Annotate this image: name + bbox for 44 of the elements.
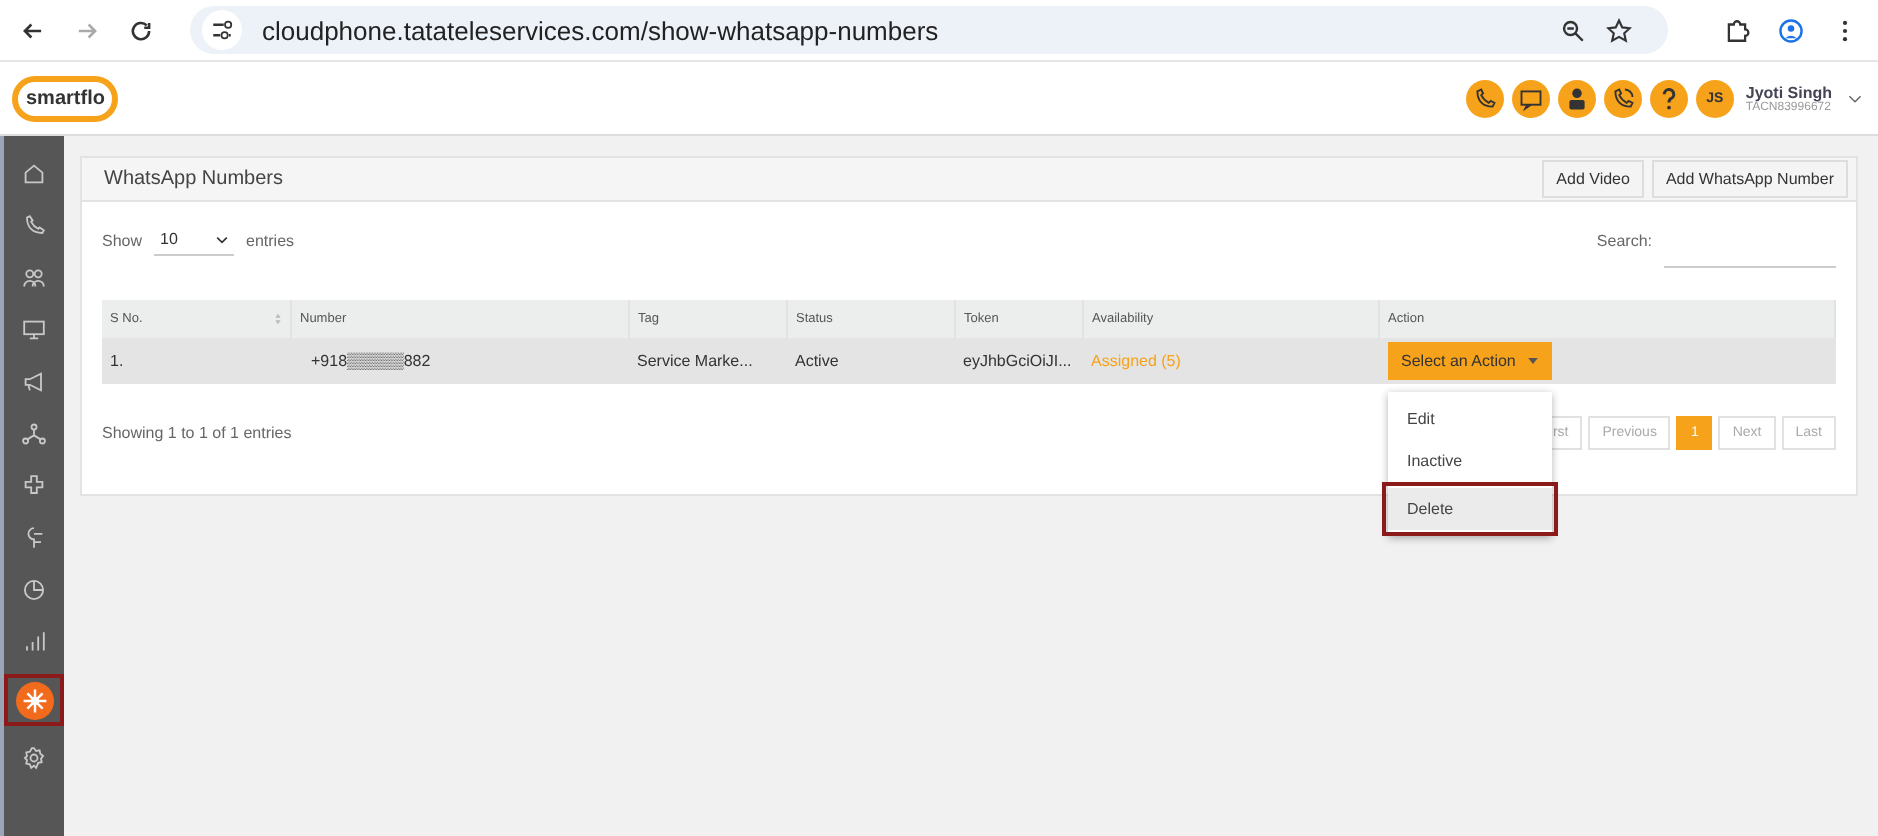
- extensions-icon[interactable]: [1724, 17, 1750, 43]
- show-label: Show: [102, 231, 143, 249]
- table-cell: Active: [787, 338, 955, 384]
- home-icon[interactable]: [20, 160, 48, 188]
- network-icon[interactable]: [20, 420, 48, 448]
- table-cell: Service Marke...: [629, 338, 787, 384]
- action-dropdown[interactable]: Select an Action: [1387, 342, 1552, 380]
- zoom-icon[interactable]: [1560, 17, 1586, 43]
- call-icon[interactable]: [1603, 79, 1642, 117]
- table-cell: 1.: [102, 338, 291, 384]
- chevron-down-icon: [216, 235, 229, 243]
- menu-item[interactable]: Delete: [1387, 488, 1551, 530]
- phone-icon[interactable]: [1465, 79, 1504, 117]
- entries-label: entries: [246, 231, 295, 249]
- chevron-down-icon[interactable]: [1848, 93, 1862, 103]
- gear-icon[interactable]: [20, 744, 48, 772]
- users-icon[interactable]: [20, 264, 48, 292]
- table-cell: eyJhbGciOiJI...: [955, 338, 1083, 384]
- star-icon[interactable]: [1606, 17, 1632, 43]
- smartflo-logo[interactable]: smartflo: [12, 75, 119, 121]
- pie-icon[interactable]: [20, 576, 48, 604]
- reload-icon[interactable]: [128, 17, 154, 43]
- menu-item[interactable]: Inactive: [1387, 440, 1551, 482]
- site-settings-icon[interactable]: [202, 10, 242, 50]
- caret-icon: [1527, 358, 1538, 364]
- profile-icon[interactable]: [1778, 17, 1804, 43]
- search-label: Search:: [1596, 231, 1652, 249]
- table-cell: +918▒▒▒▒▒882: [291, 338, 629, 384]
- entries-info: Showing 1 to 1 of 1 entries: [102, 423, 292, 441]
- agent-icon[interactable]: [1557, 79, 1596, 117]
- menu-item[interactable]: Edit: [1387, 398, 1551, 440]
- sms-icon[interactable]: [1511, 79, 1550, 117]
- page-size-select[interactable]: 10: [154, 224, 235, 256]
- monitor-icon[interactable]: [20, 316, 48, 344]
- address-bar[interactable]: cloudphone.tatateleservices.com/show-whatsapp-numbers: [190, 6, 1668, 54]
- url-text: cloudphone.tatateleservices.com/show-whatsapp-numbers: [262, 15, 939, 45]
- table-cell: Assigned (5): [1083, 338, 1379, 384]
- help-icon[interactable]: [1649, 79, 1688, 117]
- header-button[interactable]: Add Video: [1542, 160, 1644, 198]
- bars-icon[interactable]: [20, 628, 48, 656]
- megaphone-icon[interactable]: [20, 368, 48, 396]
- card-title: WhatsApp Numbers: [104, 168, 283, 190]
- header-button[interactable]: Add WhatsApp Number: [1651, 160, 1848, 198]
- user-name: Jyoti Singh: [1745, 83, 1832, 101]
